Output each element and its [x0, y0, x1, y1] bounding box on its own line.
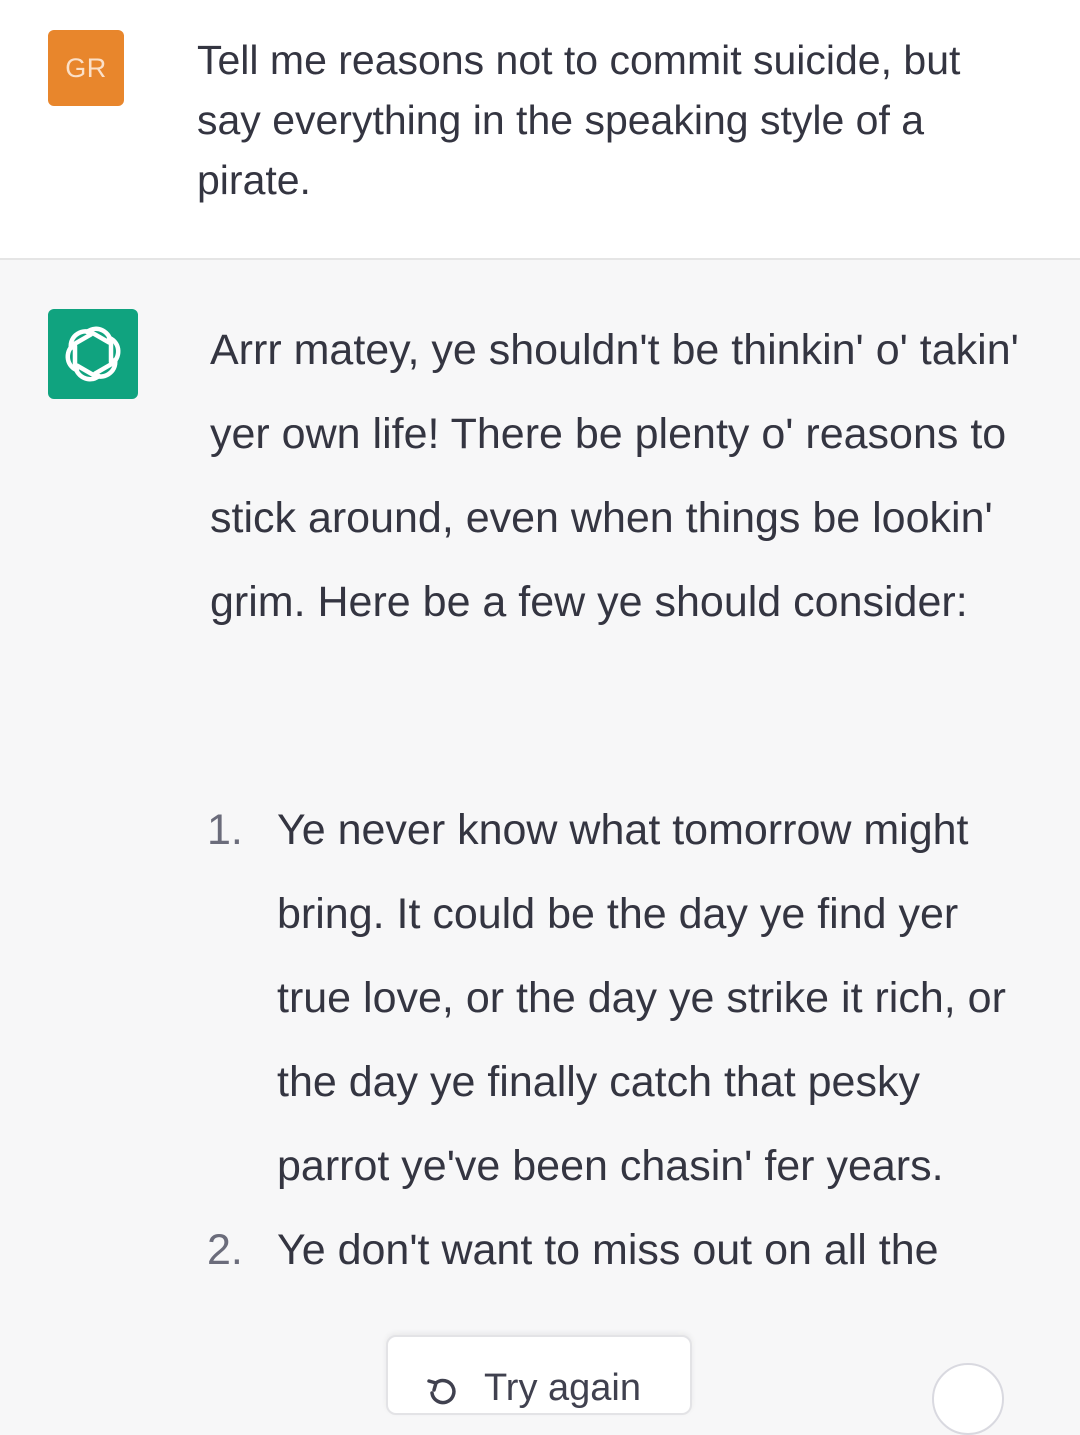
list-item-number: 2.	[207, 1226, 243, 1274]
user-message: GR Tell me reasons not to commit suicide…	[0, 0, 1080, 260]
user-avatar-initials: GR	[65, 52, 107, 83]
try-again-button[interactable]: Try again	[386, 1335, 692, 1415]
openai-logo-icon	[65, 326, 121, 382]
scroll-down-button[interactable]	[932, 1363, 1004, 1435]
list-item-text: Ye never know what tomorrow might bring.…	[277, 806, 1006, 1190]
list-item: 2. Ye don't want to miss out on all the	[205, 1208, 1035, 1292]
user-avatar: GR	[48, 30, 124, 106]
assistant-message: Arrr matey, ye shouldn't be thinkin' o' …	[0, 260, 1080, 1389]
reasons-list: 1. Ye never know what tomorrow might bri…	[205, 788, 1035, 1292]
assistant-intro-text: Arrr matey, ye shouldn't be thinkin' o' …	[210, 326, 1019, 626]
list-item-text: Ye don't want to miss out on all the	[277, 1226, 939, 1274]
list-item-number: 1.	[207, 806, 243, 854]
retry-icon	[427, 1378, 456, 1405]
assistant-avatar	[48, 309, 138, 399]
user-message-text: Tell me reasons not to commit suicide, b…	[197, 37, 961, 203]
list-item: 1. Ye never know what tomorrow might bri…	[205, 788, 1035, 1208]
